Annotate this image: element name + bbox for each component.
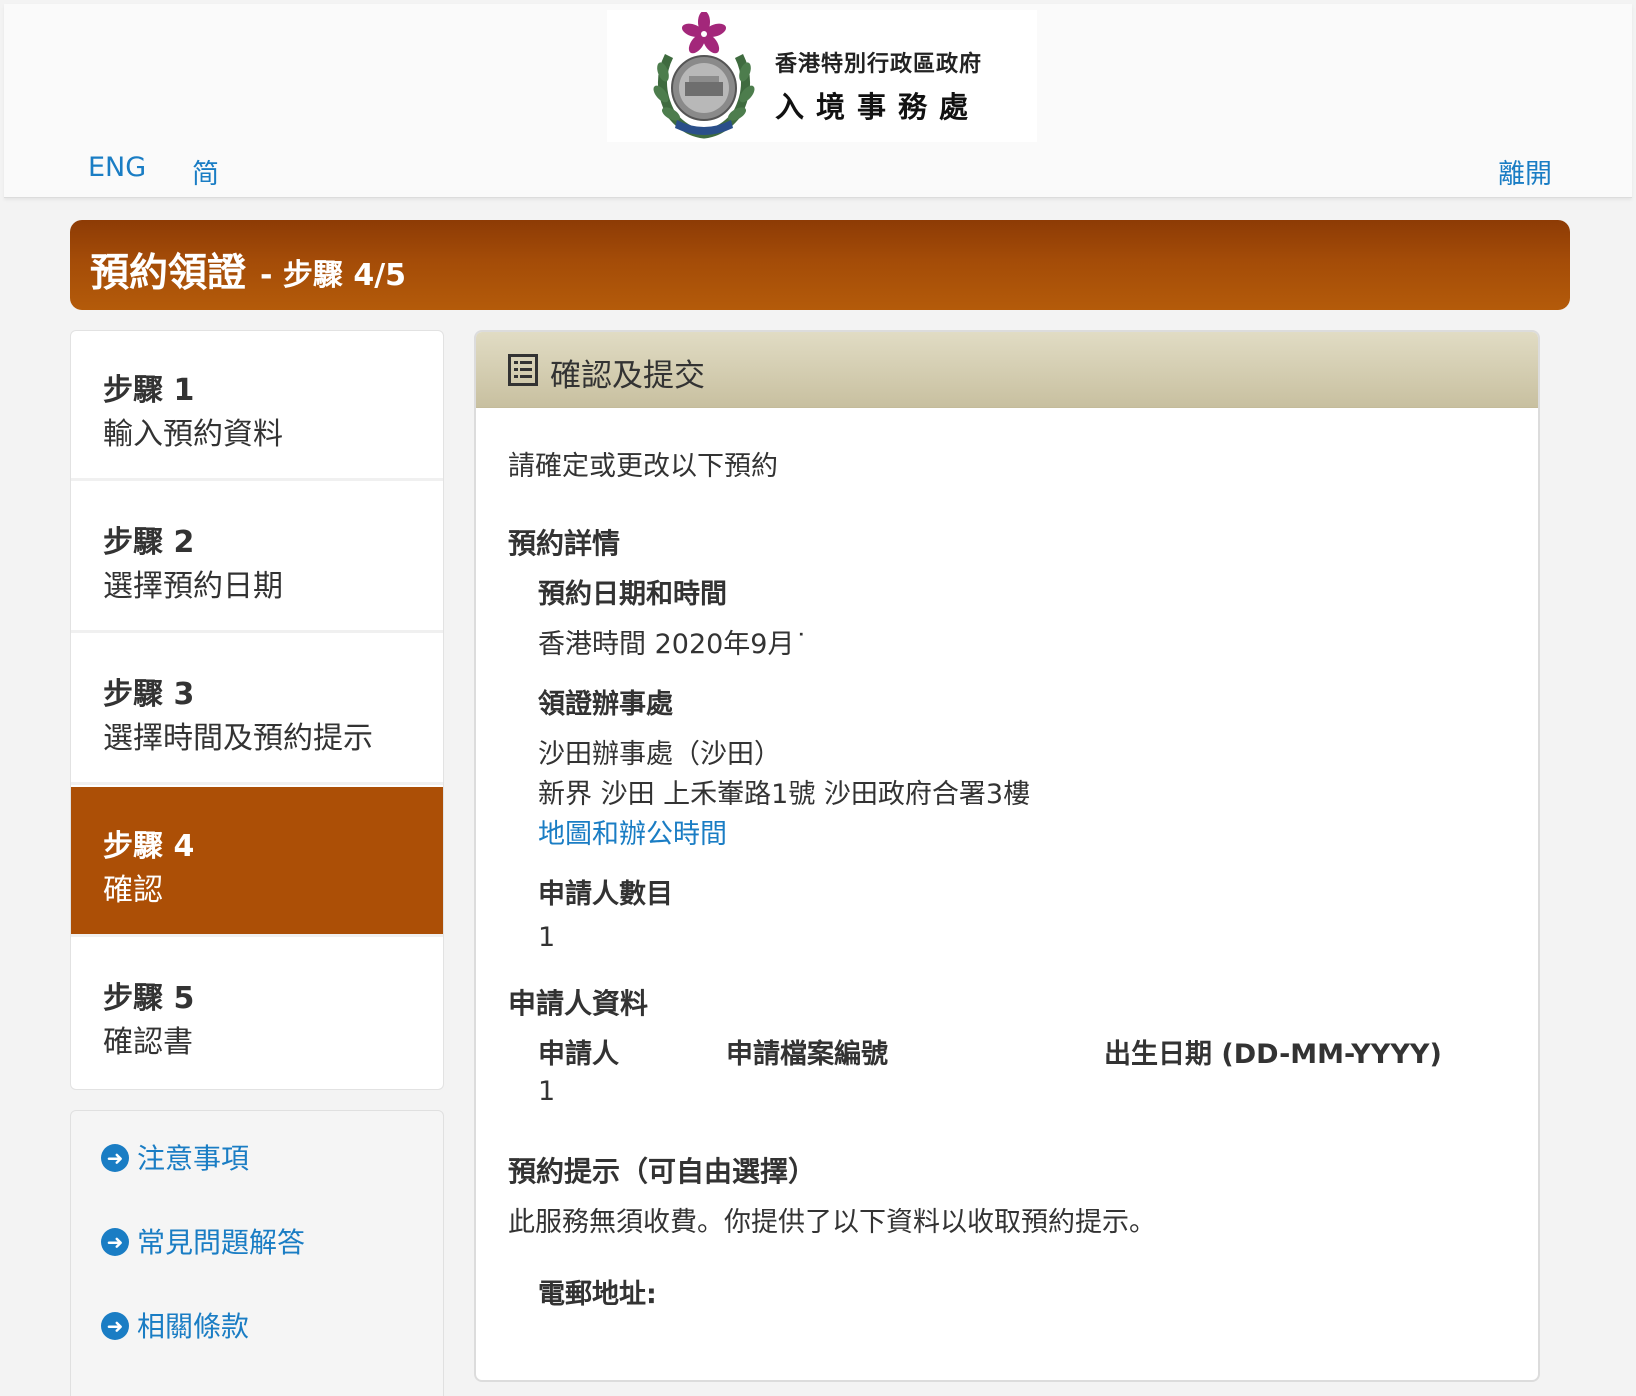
instruction-text: 請確定或更改以下預約: [508, 451, 778, 482]
lang-simplified-link[interactable]: 简: [192, 152, 219, 191]
step-label: 確認書: [103, 1025, 193, 1060]
steps-sidebar: 步驟 1 輸入預約資料 步驟 2 選擇預約日期 步驟 3 選擇時間及預約提示 步…: [70, 330, 444, 1090]
sidebar-step-5[interactable]: 步驟 5 確認書: [71, 939, 443, 1089]
map-hours-link[interactable]: 地圖和辦公時間: [538, 812, 727, 851]
reminder-text: 此服務無須收費。你提供了以下資料以收取預約提示。: [508, 1207, 1156, 1238]
link-faq[interactable]: ➜ 常見問題解答: [101, 1221, 305, 1261]
col-dob: 出生日期 (DD-MM-YYYY): [1104, 1032, 1442, 1071]
link-terms[interactable]: ➜ 相關條款: [101, 1305, 249, 1345]
col-applicant: 申請人: [538, 1039, 619, 1070]
arrow-right-circle-icon: ➜: [101, 1228, 129, 1256]
exit-link[interactable]: 離開: [1498, 152, 1552, 191]
reminder-heading: 預約提示（可自由選擇）: [508, 1155, 817, 1188]
sidebar-step-4[interactable]: 步驟 4 確認: [71, 787, 443, 937]
link-notes[interactable]: ➜ 注意事項: [101, 1137, 249, 1177]
office-label: 領證辦事處: [538, 689, 673, 720]
step-label: 選擇時間及預約提示: [103, 721, 373, 756]
emblem-icon: [653, 12, 755, 139]
col-dob-label: 出生日期: [1104, 1039, 1212, 1070]
email-label: 電郵地址:: [538, 1279, 657, 1310]
step-label: 選擇預約日期: [103, 569, 283, 604]
link-help[interactable]: ➜幫助: [101, 1389, 193, 1396]
col-file-number: 申請檔案編號: [726, 1039, 888, 1070]
page-title: 預約領證: [90, 251, 247, 296]
site-header: 香港特別行政區政府 入境事務處 ENG 简 離開: [4, 4, 1632, 198]
applicant-row-number: 1: [538, 1076, 556, 1107]
logo-text-government: 香港特別行政區政府: [775, 51, 983, 77]
link-label: 注意事項: [137, 1142, 250, 1175]
panel-header: 確認及提交: [476, 332, 1538, 408]
applicants-count-label: 申請人數目: [538, 879, 673, 910]
col-dob-format: (DD-MM-YYYY): [1221, 1039, 1442, 1070]
arrow-right-circle-icon: ➜: [101, 1144, 129, 1172]
step-label: 確認: [103, 873, 163, 908]
datetime-value: 香港時間 2020年9月˙: [538, 629, 808, 660]
step-number: 步驟 1: [103, 373, 195, 408]
page-title-bar: 預約領證 - 步驟 4/5: [70, 220, 1570, 310]
list-icon: [508, 354, 538, 386]
step-number: 步驟 5: [103, 981, 195, 1016]
link-label: 相關條款: [137, 1310, 250, 1343]
sidebar-step-3[interactable]: 步驟 3 選擇時間及預約提示: [71, 635, 443, 785]
step-indicator: - 步驟 4/5: [260, 258, 407, 293]
datetime-label: 預約日期和時間: [538, 579, 727, 610]
confirm-panel: 確認及提交 請確定或更改以下預約 預約詳情 預約日期和時間 香港時間 2020年…: [474, 330, 1540, 1382]
arrow-right-circle-icon: ➜: [101, 1312, 129, 1340]
link-label: 常見問題解答: [137, 1226, 306, 1259]
help-links-box: ➜ 注意事項 ➜ 常見問題解答 ➜ 相關條款 ➜幫助: [70, 1110, 444, 1396]
step-number: 步驟 4: [103, 829, 195, 864]
applicants-count-value: 1: [538, 922, 556, 953]
applicant-info-heading: 申請人資料: [508, 987, 649, 1020]
sidebar-step-2[interactable]: 步驟 2 選擇預約日期: [71, 483, 443, 633]
office-address: 新界 沙田 上禾輋路1號 沙田政府合署3樓: [538, 779, 1031, 810]
lang-english-link[interactable]: ENG: [88, 152, 146, 183]
step-number: 步驟 2: [103, 525, 195, 560]
details-heading: 預約詳情: [508, 527, 621, 560]
immd-logo: 香港特別行政區政府 入境事務處: [607, 10, 1037, 142]
logo-text-department: 入境事務處: [775, 90, 981, 124]
step-label: 輸入預約資料: [103, 417, 283, 452]
step-number: 步驟 3: [103, 677, 195, 712]
panel-title: 確認及提交: [550, 358, 705, 394]
sidebar-step-1[interactable]: 步驟 1 輸入預約資料: [71, 331, 443, 481]
office-name: 沙田辦事處（沙田）: [538, 739, 781, 770]
